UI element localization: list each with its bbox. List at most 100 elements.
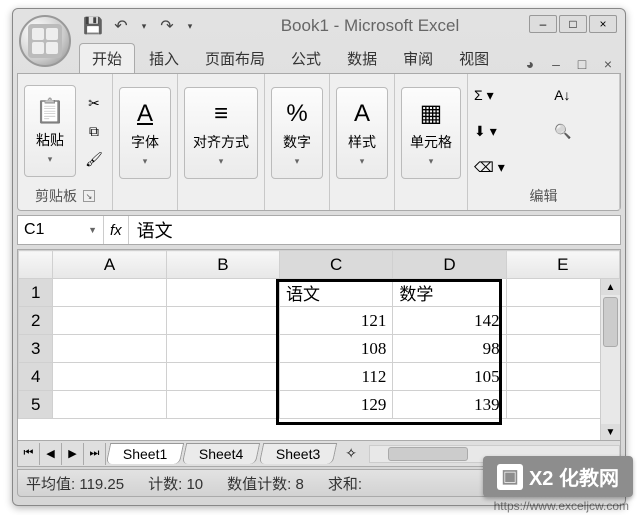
cell[interactable] [166,307,279,335]
mdi-close[interactable]: × [599,55,617,73]
sheet-tab[interactable]: Sheet3 [259,443,338,464]
group-cells: ▦ 单元格 ▾ [395,74,468,210]
row-header-4[interactable]: 4 [19,363,53,391]
row-header-1[interactable]: 1 [19,279,53,307]
styles-icon: A [354,100,370,128]
cell[interactable]: 142 [393,307,506,335]
cell[interactable] [53,363,166,391]
styles-button[interactable]: A 样式 ▾ [336,87,388,179]
clipboard-launcher[interactable]: ↘ [83,190,95,202]
col-header-E[interactable]: E [506,251,619,279]
autosum-button[interactable]: Σ▾ [474,87,546,104]
group-styles: A 样式 ▾ [330,74,395,210]
format-painter-icon[interactable]: 🖌 [82,148,106,170]
select-all-corner[interactable] [19,251,53,279]
col-header-C[interactable]: C [280,251,393,279]
row-header-3[interactable]: 3 [19,335,53,363]
cell[interactable]: 98 [393,335,506,363]
close-button[interactable]: × [589,15,617,33]
tab-formulas[interactable]: 公式 [279,44,333,73]
tab-view[interactable]: 视图 [447,44,501,73]
app-window: 💾 ↶ ▾ ↷ ▾ Book1 - Microsoft Excel – □ × … [12,8,626,506]
row-header-2[interactable]: 2 [19,307,53,335]
mdi-minimize[interactable]: – [547,55,565,73]
group-editing: Σ▾ A↓ ⬇▾ 🔍 ⌫▾ 编辑 [468,74,620,210]
cell[interactable] [53,279,166,307]
name-box[interactable]: C1 ▼ [18,216,104,244]
tab-review[interactable]: 审阅 [391,44,445,73]
font-icon: A [137,100,153,128]
search-icon: 🔍 [554,123,571,140]
status-average: 平均值: 119.25 [26,473,124,494]
font-button[interactable]: A 字体 ▾ [119,87,171,179]
cell[interactable]: 数学 [393,279,506,307]
tab-page-layout[interactable]: 页面布局 [193,44,277,73]
col-header-A[interactable]: A [53,251,166,279]
formula-bar: C1 ▼ fx 语文 [17,215,621,245]
row-header-5[interactable]: 5 [19,391,53,419]
copy-icon[interactable]: ⧉ [82,120,106,142]
number-button[interactable]: % 数字 ▾ [271,87,323,179]
sort-filter-button[interactable]: A↓ [554,87,613,103]
scroll-down-arrow[interactable]: ▼ [601,424,620,440]
vertical-scrollbar[interactable]: ▲ ▼ [600,279,620,440]
clipboard-icon: 📋 [35,97,65,126]
cell[interactable]: 105 [393,363,506,391]
cell[interactable] [53,307,166,335]
cell[interactable]: 112 [280,363,393,391]
fx-button[interactable]: fx [110,222,122,239]
maximize-button[interactable]: □ [559,15,587,33]
qat-customize[interactable]: ▾ [185,16,195,36]
office-button[interactable] [19,15,71,67]
new-sheet-button[interactable]: ✧ [339,445,363,462]
alignment-button[interactable]: ≡ 对齐方式 ▾ [184,87,258,179]
cells-button[interactable]: ▦ 单元格 ▾ [401,87,461,179]
cell[interactable] [53,391,166,419]
tab-insert[interactable]: 插入 [137,44,191,73]
paste-button[interactable]: 📋 粘贴 ▾ [24,85,76,177]
sheet-tab[interactable]: Sheet4 [182,443,261,464]
status-count: 计数: 10 [148,473,203,494]
cell[interactable]: 121 [280,307,393,335]
undo-dropdown[interactable]: ▾ [139,16,149,36]
fill-button[interactable]: ⬇▾ [474,123,546,140]
scroll-up-arrow[interactable]: ▲ [601,279,620,295]
clear-button[interactable]: ⌫▾ [474,159,546,176]
cell[interactable] [53,335,166,363]
find-button[interactable]: 🔍 [554,123,613,140]
cell[interactable] [166,363,279,391]
sheet-nav-prev[interactable]: ◀ [40,443,62,465]
save-icon[interactable]: 💾 [83,16,103,36]
sheet-nav-next[interactable]: ▶ [62,443,84,465]
cell[interactable]: 129 [280,391,393,419]
sheet-nav-first[interactable]: ⏮ [18,443,40,465]
sheet-tab-active[interactable]: Sheet1 [106,443,185,464]
sheet-nav-last[interactable]: ⏭ [84,443,106,465]
cut-icon[interactable]: ✂ [82,92,106,114]
watermark-url: https://www.exceljcw.com [494,499,629,513]
formula-input[interactable]: 语文 [129,216,620,244]
group-alignment: ≡ 对齐方式 ▾ [178,74,265,210]
cell[interactable] [166,335,279,363]
tab-home[interactable]: 开始 [79,43,135,73]
spreadsheet-grid[interactable]: A B C D E 1 语文 数学 2 121 142 3 [17,249,621,441]
col-header-B[interactable]: B [166,251,279,279]
cell[interactable] [166,279,279,307]
tab-data[interactable]: 数据 [335,44,389,73]
undo-icon[interactable]: ↶ [111,16,131,36]
cell[interactable]: 139 [393,391,506,419]
redo-icon[interactable]: ↷ [157,16,177,36]
mdi-restore[interactable]: □ [573,55,591,73]
minimize-button[interactable]: – [529,15,557,33]
group-clipboard: 📋 粘贴 ▾ ✂ ⧉ 🖌 剪贴板↘ [18,74,113,210]
chevron-down-icon: ▾ [48,154,53,165]
col-header-D[interactable]: D [393,251,506,279]
help-icon[interactable]: ◕ [521,55,539,73]
cell[interactable] [166,391,279,419]
sigma-icon: Σ [474,87,483,103]
cell[interactable]: 语文 [280,279,393,307]
cell[interactable]: 108 [280,335,393,363]
eraser-icon: ⌫ [474,159,494,176]
cells-icon: ▦ [420,99,443,128]
scroll-thumb[interactable] [603,297,618,347]
